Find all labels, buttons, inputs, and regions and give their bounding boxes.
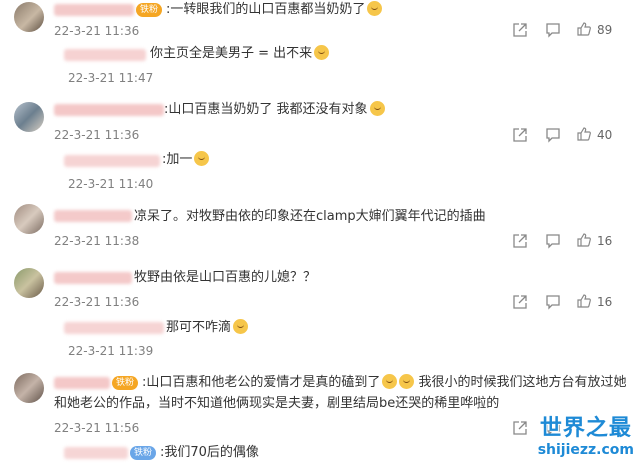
- share-icon[interactable]: [512, 22, 528, 38]
- like-count: 40: [597, 128, 613, 142]
- username-redacted[interactable]: [64, 322, 164, 334]
- like-count: 16: [597, 234, 613, 248]
- emoji-icon: [399, 374, 415, 389]
- like-icon[interactable]: [576, 232, 592, 248]
- comment-timestamp: 22-3-21 11:36: [54, 295, 140, 309]
- like-icon[interactable]: [576, 293, 592, 309]
- comment-icon[interactable]: [545, 127, 561, 143]
- username-redacted[interactable]: [54, 377, 110, 389]
- comment-text-line2: 和她老公的作品，当时不知道他俩现实是夫妻，剧里结局be还哭的稀里哗啦的: [54, 396, 500, 411]
- comment-icon[interactable]: [545, 294, 561, 310]
- emoji-icon: [369, 101, 385, 116]
- avatar[interactable]: [14, 2, 44, 32]
- comment-text: 牧野由依是山口百惠的儿媳？？: [134, 270, 317, 285]
- avatar[interactable]: [14, 102, 44, 132]
- comment-icon[interactable]: [545, 22, 561, 38]
- avatar[interactable]: [14, 373, 44, 403]
- comment-text: :山口百惠当奶奶了 我都还没有对象: [164, 101, 385, 119]
- reply-text: 那可不咋滴: [166, 319, 249, 337]
- avatar[interactable]: [14, 268, 44, 298]
- comment-icon[interactable]: [545, 233, 561, 249]
- like-icon[interactable]: [576, 21, 592, 37]
- share-icon[interactable]: [512, 127, 528, 143]
- share-icon[interactable]: [512, 233, 528, 249]
- emoji-icon: [314, 45, 330, 60]
- username-redacted[interactable]: [54, 104, 164, 116]
- like-count: 89: [597, 23, 613, 37]
- comment-text: :山口百惠和他老公的爱情才是真的磕到了 我很小的时候我们这地方台有放过她: [142, 374, 627, 390]
- avatar[interactable]: [14, 204, 44, 234]
- fan-badge: 铁粉: [130, 446, 157, 460]
- reply-timestamp: 22-3-21 11:40: [68, 177, 154, 191]
- reply-timestamp: 22-3-21 11:39: [68, 344, 154, 358]
- share-icon[interactable]: [512, 420, 528, 436]
- reply-text: :我们70后的偶像: [160, 445, 259, 460]
- comment-timestamp: 22-3-21 11:36: [54, 24, 140, 38]
- site-watermark: 世界之最 shijiezz.com: [538, 416, 634, 458]
- share-icon[interactable]: [512, 294, 528, 310]
- username-redacted[interactable]: [54, 4, 134, 16]
- reply-timestamp: 22-3-21 11:47: [68, 71, 154, 85]
- emoji-icon: [233, 319, 249, 334]
- username-redacted[interactable]: [64, 49, 146, 61]
- comment-timestamp: 22-3-21 11:38: [54, 234, 140, 248]
- username-redacted[interactable]: [64, 155, 160, 167]
- comment-timestamp: 22-3-21 11:36: [54, 128, 140, 142]
- comment-timestamp: 22-3-21 11:56: [54, 421, 140, 435]
- reply-text: 你主页全是美男子 = 出不来: [150, 45, 330, 63]
- comment-text: :一转眼我们的山口百惠都当奶奶了: [166, 1, 383, 19]
- fan-badge: 铁粉: [112, 376, 139, 390]
- watermark-title: 世界之最: [539, 416, 632, 441]
- emoji-icon: [194, 151, 210, 166]
- fan-badge: 铁粉: [136, 3, 163, 17]
- watermark-url: shijiezz.com: [537, 442, 634, 458]
- like-icon[interactable]: [576, 126, 592, 142]
- like-count: 16: [597, 295, 613, 309]
- reply-text: :加一: [162, 151, 210, 169]
- comment-text: 凉呆了。对牧野由依的印象还在clamp大婶们翼年代记的插曲: [134, 209, 486, 224]
- username-redacted[interactable]: [54, 272, 132, 284]
- emoji-icon: [382, 374, 398, 389]
- username-redacted[interactable]: [54, 210, 132, 222]
- emoji-icon: [367, 1, 383, 16]
- username-redacted[interactable]: [64, 447, 128, 459]
